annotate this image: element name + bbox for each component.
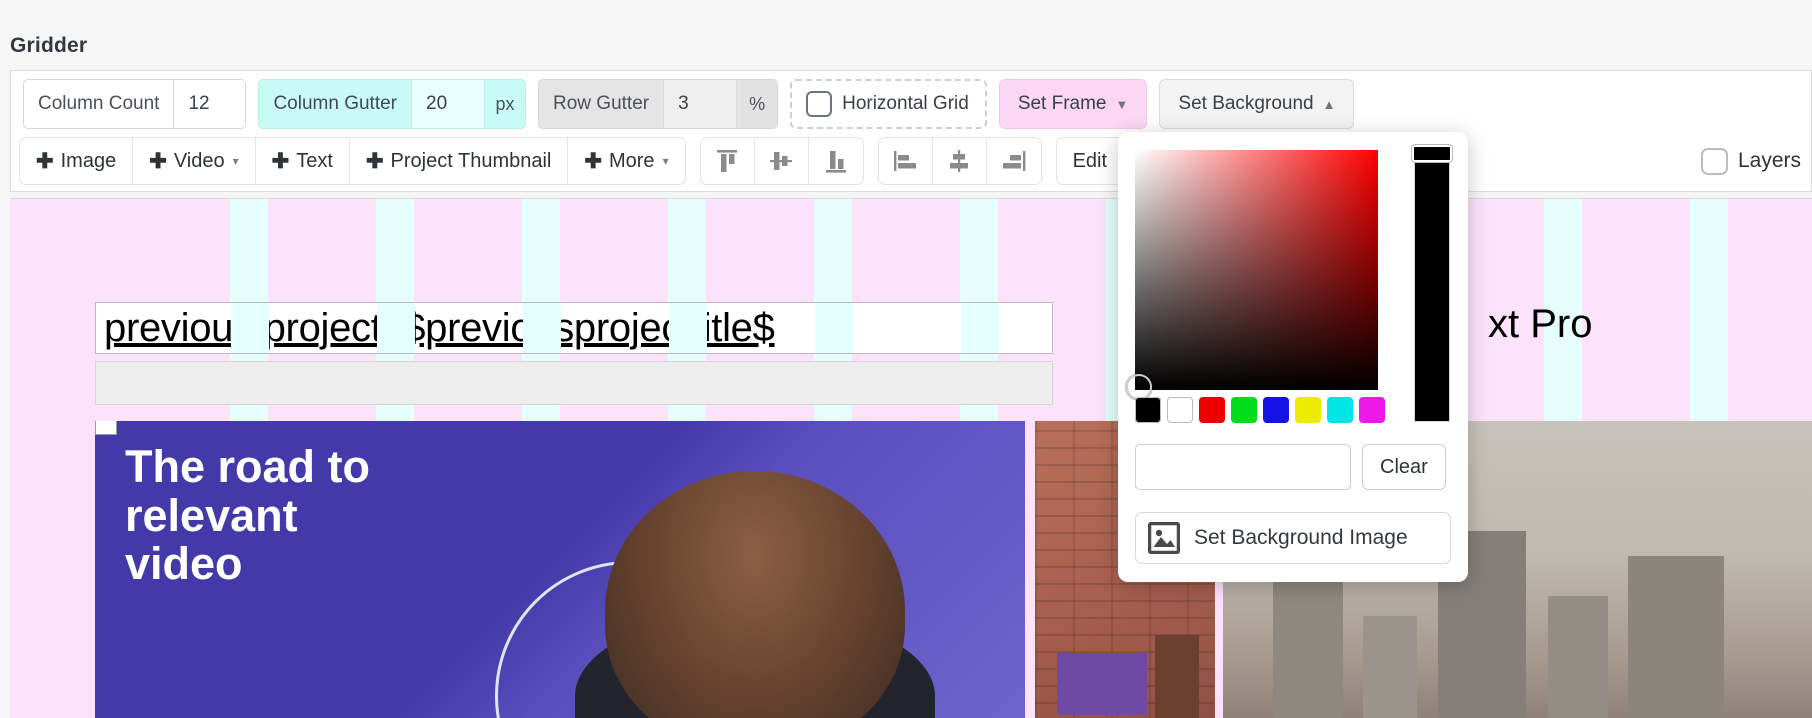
selection-handle[interactable] [95,421,117,435]
align-left-icon[interactable] [879,138,933,184]
gridder-toolbar: Column Count 12 Column Gutter 20 px Row … [10,70,1812,192]
chevron-up-icon: ▲ [1323,97,1336,112]
tile-headline-line-2: relevant [125,492,370,541]
add-image-button[interactable]: ✚ Image [20,138,133,184]
add-more-label: More [609,150,655,173]
layers-label: Layers [1738,149,1801,173]
add-project-thumbnail-label: Project Thumbnail [391,150,552,173]
grid-gutter [961,303,999,353]
add-project-thumbnail-button[interactable]: ✚ Project Thumbnail [350,138,568,184]
set-background-button[interactable]: Set Background ▲ [1159,79,1354,129]
set-background-image-button[interactable]: Set Background Image [1135,512,1451,564]
clear-button[interactable]: Clear [1362,444,1446,490]
canvas-empty-band[interactable] [95,361,1053,405]
align-center-icon[interactable] [933,138,987,184]
column-gutter-input[interactable]: 20 [411,80,485,128]
hue-slider-thumb[interactable] [1412,145,1452,162]
plus-icon: ✚ [36,149,54,174]
row-gutter-input[interactable]: 3 [663,80,737,128]
align-bottom-icon[interactable] [809,138,863,184]
chevron-down-icon: ▾ [233,154,239,168]
saturation-value-area[interactable] [1135,150,1378,390]
plus-icon: ✚ [366,149,384,174]
grid-gutter [523,303,561,353]
add-video-label: Video [174,150,225,173]
tile-accent [1628,556,1724,718]
row-gutter-unit[interactable]: % [737,80,777,128]
set-background-label: Set Background [1178,93,1313,115]
hex-input-row: Clear [1135,444,1446,490]
align-middle-icon[interactable] [755,138,809,184]
page-title: Gridder [10,34,87,58]
column-gutter-unit[interactable]: px [485,80,525,128]
canvas-text-block[interactable]: previous project: $previousprojecttitle$ [95,302,1053,354]
swatch-white[interactable] [1167,397,1193,423]
grid-gutter [669,303,707,353]
column-count-input[interactable]: 12 [173,80,245,128]
add-text-label: Text [296,150,333,173]
tile-accent [1273,571,1343,718]
gridder-app: Gridder Column Count 12 Column Gutter 20… [0,0,1812,718]
column-count-field[interactable]: Column Count 12 [23,79,246,129]
horizontal-align-group [878,137,1042,185]
tile-headline-line-3: video [125,540,370,589]
swatch-green[interactable] [1231,397,1257,423]
add-video-button[interactable]: ✚ Video ▾ [133,138,255,184]
hex-color-input[interactable] [1135,444,1351,490]
set-background-popover[interactable]: Clear Set Background Image [1118,132,1468,582]
plus-icon: ✚ [149,149,167,174]
grid-gutter [377,303,415,353]
edit-group: Edit [1056,137,1124,185]
horizontal-grid-toggle[interactable]: Horizontal Grid [790,79,987,129]
set-frame-label: Set Frame [1018,93,1107,115]
swatch-red[interactable] [1199,397,1225,423]
column-count-label: Column Count [24,80,173,128]
color-swatch-row [1135,397,1385,423]
picture-icon [1148,522,1180,554]
swatch-cyan[interactable] [1327,397,1353,423]
toolbar-row-settings: Column Count 12 Column Gutter 20 px Row … [23,79,1366,129]
plus-icon: ✚ [584,149,602,174]
horizontal-grid-label: Horizontal Grid [842,93,969,115]
toolbar-row-insert: ✚ Image ✚ Video ▾ ✚ Text ✚ Project Thumb… [19,137,1138,185]
tile-accent [1057,653,1147,715]
grid-gutter [815,303,853,353]
swatch-magenta[interactable] [1359,397,1385,423]
swatch-yellow[interactable] [1295,397,1321,423]
set-background-image-label: Set Background Image [1194,526,1408,550]
design-canvas[interactable]: previous project: $previousprojecttitle$… [10,198,1812,718]
tile-accent [1155,635,1199,718]
align-top-icon[interactable] [701,138,755,184]
layers-toggle[interactable]: Layers [1701,137,1801,185]
row-gutter-field[interactable]: Row Gutter 3 % [538,79,778,129]
add-text-button[interactable]: ✚ Text [256,138,350,184]
chevron-down-icon: ▼ [1116,97,1129,112]
vertical-align-group [700,137,864,185]
align-right-icon[interactable] [987,138,1041,184]
edit-button[interactable]: Edit [1057,138,1123,184]
layers-checkbox[interactable] [1701,148,1728,175]
tile-headline-line-1: The road to [125,443,370,492]
horizontal-grid-checkbox[interactable] [806,91,832,117]
tile-accent [1363,616,1417,718]
column-gutter-field[interactable]: Column Gutter 20 px [258,79,526,129]
chevron-down-icon: ▾ [663,154,669,168]
hue-slider[interactable] [1414,150,1450,422]
plus-icon: ✚ [272,149,290,174]
column-gutter-label: Column Gutter [259,80,411,128]
row-gutter-label: Row Gutter [539,80,663,128]
edit-label: Edit [1073,150,1107,173]
swatch-blue[interactable] [1263,397,1289,423]
add-more-button[interactable]: ✚ More ▾ [568,138,684,184]
tile-accent [1548,596,1608,718]
tile-headline: The road to relevant video [125,443,370,589]
add-image-label: Image [61,150,117,173]
canvas-video-tile[interactable]: The road to relevant video [95,421,1025,718]
swatch-black[interactable] [1135,397,1161,423]
insert-button-group: ✚ Image ✚ Video ▾ ✚ Text ✚ Project Thumb… [19,137,686,185]
canvas-right-text: xt Pro [1488,302,1592,347]
set-frame-button[interactable]: Set Frame ▼ [999,79,1148,129]
grid-gutter [231,303,269,353]
